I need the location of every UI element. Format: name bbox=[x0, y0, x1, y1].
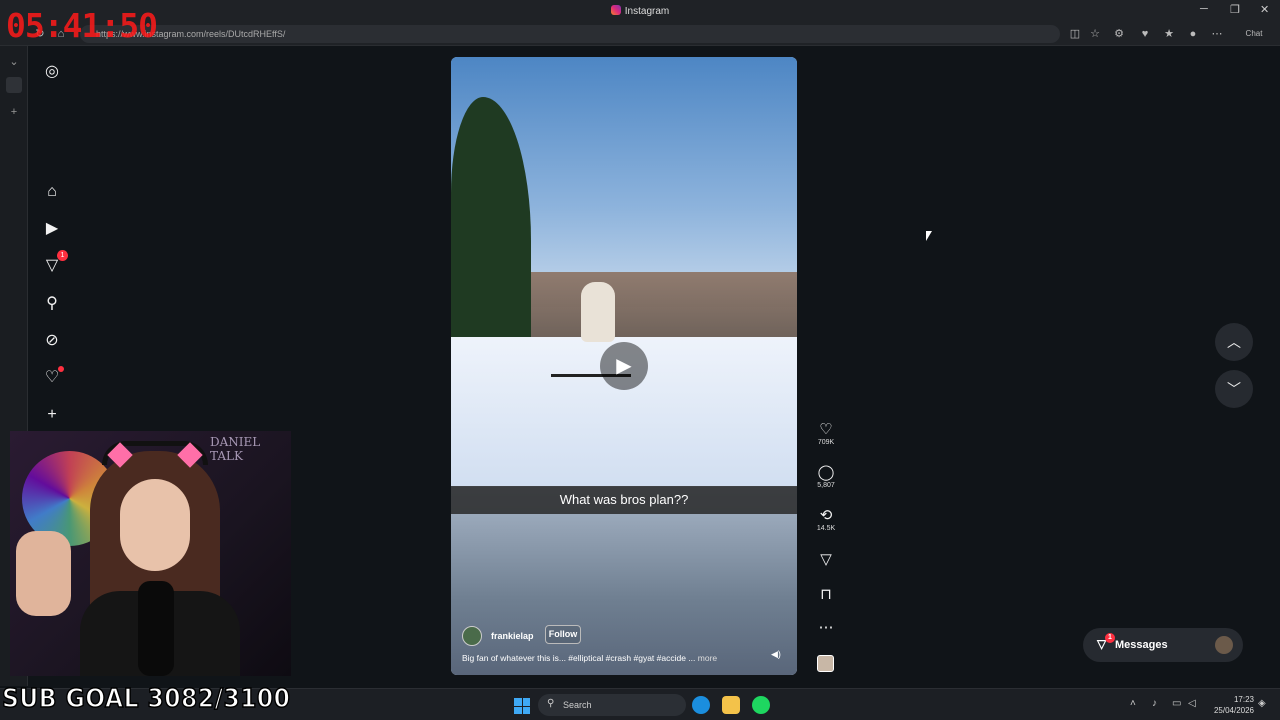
cat-ear-right bbox=[177, 442, 203, 468]
play-icon[interactable]: ▶ bbox=[600, 342, 648, 390]
chevron-down-icon[interactable]: ⌄ bbox=[6, 54, 22, 70]
mute-icon[interactable]: ◀) bbox=[771, 649, 781, 660]
taskbar-search[interactable]: ⚲ Search bbox=[538, 694, 686, 716]
comment-button[interactable]: ◯ 5,807 bbox=[812, 463, 840, 489]
more-dots-icon: ⋯ bbox=[818, 619, 834, 636]
audio-avatar[interactable] bbox=[817, 655, 834, 672]
save-button[interactable]: ⊓ bbox=[812, 585, 840, 603]
instagram-logo-icon[interactable]: ◎ bbox=[42, 62, 62, 82]
explore-icon[interactable]: ⊘ bbox=[42, 331, 62, 351]
share-icon: ▽ bbox=[820, 551, 832, 568]
url-field[interactable]: https://www.instagram.com/reels/DUtcdRHE… bbox=[80, 25, 1060, 43]
reels-icon[interactable]: ▶ bbox=[42, 219, 62, 239]
minimize-icon[interactable]: ─ bbox=[1200, 3, 1208, 15]
favorite-star-icon[interactable]: ☆ bbox=[1088, 27, 1102, 41]
file-explorer-icon[interactable] bbox=[722, 696, 740, 714]
clock-time: 17:23 bbox=[1233, 695, 1254, 704]
like-button[interactable]: ♡ 709K bbox=[812, 420, 840, 446]
more-options-button[interactable]: ⋯ bbox=[812, 618, 840, 636]
reel-video[interactable]: ▶ What was bros plan?? frankielap Follow… bbox=[451, 57, 797, 675]
chevron-up-icon: ︿ bbox=[1227, 334, 1241, 350]
instagram-tab-icon bbox=[610, 5, 621, 15]
taskbar-search-placeholder: Search bbox=[563, 700, 592, 710]
tray-chevron-up-icon[interactable]: ˄ bbox=[1130, 698, 1136, 709]
close-icon[interactable]: ✕ bbox=[1260, 3, 1269, 16]
window-title: Instagram bbox=[0, 5, 1280, 17]
reel-description: Big fan of whatever this is... #elliptic… bbox=[462, 653, 717, 663]
more-menu-icon[interactable]: ⋯ bbox=[1210, 27, 1224, 41]
edge-browser-icon[interactable] bbox=[692, 696, 710, 714]
new-tab-icon[interactable]: + bbox=[6, 104, 22, 120]
description-text: Big fan of whatever this is... #elliptic… bbox=[462, 653, 696, 663]
like-count: 709K bbox=[817, 439, 835, 446]
video-road bbox=[451, 487, 797, 675]
notifications-heart-icon[interactable]: ♡ bbox=[42, 366, 64, 388]
restore-icon[interactable]: ❐ bbox=[1230, 3, 1240, 16]
direct-messages-icon[interactable]: ▽ 1 bbox=[42, 250, 68, 276]
search-icon: ⚲ bbox=[547, 698, 555, 709]
repost-button[interactable]: ⟲ 14.5K bbox=[812, 506, 840, 532]
browser-essentials-icon[interactable]: ♥ bbox=[1138, 27, 1152, 41]
repost-icon: ⟲ bbox=[819, 507, 833, 524]
instagram-tab[interactable] bbox=[6, 77, 22, 93]
notifications-icon[interactable]: ◈ bbox=[1258, 698, 1266, 709]
chevron-down-icon: ﹀ bbox=[1227, 381, 1241, 397]
share-button[interactable]: ▽ bbox=[812, 550, 840, 568]
heart-icon: ♡ bbox=[819, 421, 833, 438]
favorites-icon[interactable]: ★ bbox=[1162, 27, 1176, 41]
next-reel-button[interactable]: ﹀ bbox=[1215, 370, 1253, 408]
sub-goal-overlay: SUB GOAL 3082/3100 bbox=[1, 683, 291, 715]
follow-button[interactable]: Follow bbox=[545, 625, 581, 644]
headset bbox=[102, 441, 208, 468]
profile-avatar-icon[interactable]: ● bbox=[1186, 27, 1200, 41]
windows-start-icon[interactable] bbox=[514, 698, 530, 714]
network-icon[interactable]: ▭ bbox=[1172, 698, 1181, 709]
cat-ear-left bbox=[107, 442, 133, 468]
volume-icon[interactable]: ◁ bbox=[1188, 698, 1196, 709]
streamer-hand bbox=[16, 531, 71, 616]
notification-badge: 1 bbox=[57, 250, 68, 261]
messages-avatar bbox=[1215, 636, 1233, 654]
mouse-cursor-icon bbox=[926, 231, 932, 241]
microphone-tray-icon[interactable]: ♪ bbox=[1152, 698, 1157, 709]
notification-dot bbox=[58, 366, 64, 372]
spotify-icon[interactable] bbox=[752, 696, 770, 714]
create-icon[interactable]: + bbox=[42, 405, 62, 425]
messages-button[interactable]: ▽ 1 Messages bbox=[1083, 628, 1243, 662]
copilot-chat-button[interactable]: Chat bbox=[1236, 27, 1272, 41]
streamer-face bbox=[120, 479, 190, 571]
webcam-overlay: DANIEL TALK bbox=[10, 431, 291, 676]
comment-count: 5,807 bbox=[817, 482, 835, 489]
clock-date: 25/04/2026 bbox=[1213, 706, 1254, 715]
search-icon[interactable]: ⚲ bbox=[42, 294, 62, 314]
author-avatar[interactable] bbox=[462, 626, 482, 646]
messages-badge: 1 bbox=[1105, 633, 1115, 643]
home-icon[interactable]: ⌂ bbox=[42, 182, 62, 202]
video-rider bbox=[581, 282, 615, 342]
video-caption: What was bros plan?? bbox=[451, 486, 797, 514]
messages-label: Messages bbox=[1115, 639, 1168, 651]
window-titlebar: Instagram ─ ❐ ✕ bbox=[0, 0, 1280, 22]
split-view-icon[interactable]: ◫ bbox=[1068, 27, 1082, 41]
repost-count: 14.5K bbox=[816, 525, 836, 532]
microphone bbox=[138, 581, 174, 676]
stream-timer: 05:41:50 bbox=[6, 6, 158, 45]
author-name[interactable]: frankielap bbox=[491, 631, 534, 641]
wall-text: DANIEL TALK bbox=[210, 435, 261, 463]
bookmark-icon: ⊓ bbox=[820, 586, 832, 603]
copilot-chat-label: Chat bbox=[1245, 29, 1263, 38]
extensions-icon[interactable]: ⚙ bbox=[1112, 27, 1126, 41]
taskbar-clock[interactable]: 17:23 25/04/2026 bbox=[1200, 694, 1254, 716]
previous-reel-button[interactable]: ︿ bbox=[1215, 323, 1253, 361]
comment-icon: ◯ bbox=[817, 464, 835, 481]
more-link[interactable]: more bbox=[698, 653, 717, 663]
